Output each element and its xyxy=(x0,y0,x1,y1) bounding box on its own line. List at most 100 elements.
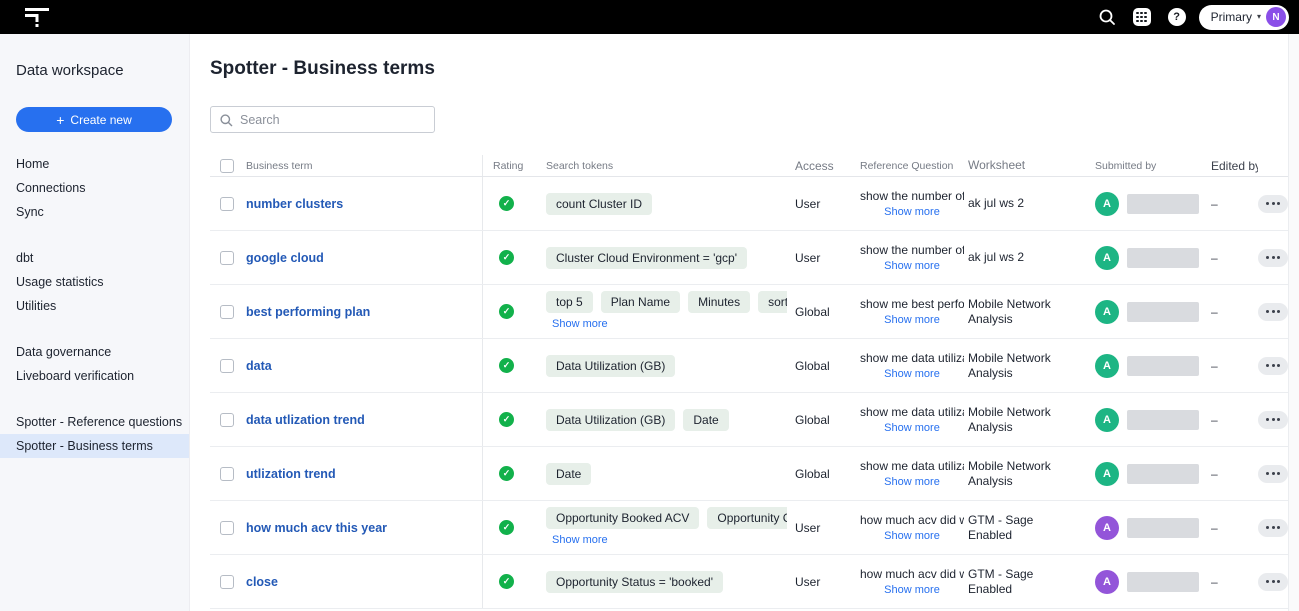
column-header-edited-by[interactable]: Edited by xyxy=(1211,159,1258,173)
sidebar-item-data-governance[interactable]: Data governance xyxy=(0,340,189,364)
sidebar-item-spotter-business-terms[interactable]: Spotter - Business terms xyxy=(0,434,189,458)
topbar-actions: ? Primary ▾ N xyxy=(1094,4,1289,30)
submitted-by-avatar: A xyxy=(1095,192,1119,216)
reference-question-text: show me data utilizati xyxy=(860,405,964,419)
edited-by-value: – xyxy=(1211,575,1218,589)
search-tokens-list: top 5Plan NameMinutessort b xyxy=(546,291,787,313)
apps-grid-icon xyxy=(1133,8,1151,26)
row-checkbox[interactable] xyxy=(220,467,234,481)
reference-question-text: how much acv did w xyxy=(860,513,964,527)
sidebar-item-sync[interactable]: Sync xyxy=(0,200,189,224)
row-actions-button[interactable] xyxy=(1258,195,1288,213)
table-row: number clusters ✓ count Cluster ID User … xyxy=(210,177,1288,231)
row-checkbox[interactable] xyxy=(220,305,234,319)
search-tokens-list: Opportunity Status = 'booked' xyxy=(546,571,787,593)
row-actions-button[interactable] xyxy=(1258,573,1288,591)
access-value: Global xyxy=(795,467,830,481)
search-button[interactable] xyxy=(1094,4,1120,30)
business-term-link[interactable]: how much acv this year xyxy=(246,521,387,535)
sidebar-item-spotter-reference-questions[interactable]: Spotter - Reference questions xyxy=(0,410,189,434)
tokens-show-more-link[interactable]: Show more xyxy=(552,318,608,330)
search-tokens-list: Cluster Cloud Environment = 'gcp' xyxy=(546,247,787,269)
business-term-link[interactable]: data utlization trend xyxy=(246,413,365,427)
sidebar-item-utilities[interactable]: Utilities xyxy=(0,294,189,318)
search-icon xyxy=(1097,7,1117,27)
select-all-checkbox[interactable] xyxy=(220,159,234,173)
row-checkbox[interactable] xyxy=(220,575,234,589)
chevron-down-icon: ▾ xyxy=(1257,13,1261,21)
sidebar-item-liveboard-verification[interactable]: Liveboard verification xyxy=(0,364,189,388)
access-value: Global xyxy=(795,359,830,373)
sidebar-item-home[interactable]: Home xyxy=(0,152,189,176)
column-header-submitted-by[interactable]: Submitted by xyxy=(1085,160,1211,172)
search-token-chip: top 5 xyxy=(546,291,593,313)
search-input[interactable] xyxy=(240,113,426,127)
verified-check-icon: ✓ xyxy=(499,412,514,427)
help-button[interactable]: ? xyxy=(1164,4,1190,30)
business-term-link[interactable]: google cloud xyxy=(246,251,324,265)
edited-by-value: – xyxy=(1211,359,1218,373)
column-header-rating[interactable]: Rating xyxy=(493,160,546,172)
business-term-link[interactable]: best performing plan xyxy=(246,305,370,319)
row-checkbox[interactable] xyxy=(220,359,234,373)
business-term-link[interactable]: number clusters xyxy=(246,197,343,211)
submitted-by-avatar: A xyxy=(1095,300,1119,324)
row-actions-button[interactable] xyxy=(1258,465,1288,483)
access-value: User xyxy=(795,575,820,589)
row-actions-button[interactable] xyxy=(1258,303,1288,321)
row-checkbox[interactable] xyxy=(220,413,234,427)
access-value: User xyxy=(795,197,820,211)
main-content: Spotter - Business terms Business term R… xyxy=(190,34,1299,611)
edited-by-value: – xyxy=(1211,251,1218,265)
question-show-more-link[interactable]: Show more xyxy=(884,206,940,218)
submitted-by-avatar: A xyxy=(1095,462,1119,486)
sidebar-item-dbt[interactable]: dbt xyxy=(0,246,189,270)
column-header-business-term[interactable]: Business term xyxy=(246,155,483,176)
access-value: Global xyxy=(795,413,830,427)
row-checkbox[interactable] xyxy=(220,521,234,535)
column-header-access[interactable]: Access xyxy=(795,159,860,173)
scrollbar-track[interactable] xyxy=(1288,34,1299,611)
question-show-more-link[interactable]: Show more xyxy=(884,314,940,326)
worksheet-name: Mobile Network Analysis xyxy=(968,297,1051,326)
submitted-by-name-redacted xyxy=(1127,518,1199,538)
question-show-more-link[interactable]: Show more xyxy=(884,530,940,542)
submitted-by-name-redacted xyxy=(1127,410,1199,430)
tokens-show-more-link[interactable]: Show more xyxy=(552,534,608,546)
column-header-worksheet[interactable]: Worksheet xyxy=(968,158,1085,173)
search-token-chip: Plan Name xyxy=(601,291,680,313)
search-token-chip: Opportunity Status = 'booked' xyxy=(546,571,723,593)
submitted-by-name-redacted xyxy=(1127,248,1199,268)
account-switcher[interactable]: Primary ▾ N xyxy=(1199,5,1289,30)
sidebar-item-usage-statistics[interactable]: Usage statistics xyxy=(0,270,189,294)
row-checkbox[interactable] xyxy=(220,197,234,211)
submitted-by-name-redacted xyxy=(1127,572,1199,592)
sidebar-item-connections[interactable]: Connections xyxy=(0,176,189,200)
row-checkbox[interactable] xyxy=(220,251,234,265)
business-term-link[interactable]: data xyxy=(246,359,272,373)
reference-question-text: show the number of c xyxy=(860,189,964,203)
reference-question-text: how much acv did w xyxy=(860,567,964,581)
verified-check-icon: ✓ xyxy=(499,358,514,373)
row-actions-button[interactable] xyxy=(1258,519,1288,537)
apps-button[interactable] xyxy=(1129,4,1155,30)
verified-check-icon: ✓ xyxy=(499,250,514,265)
business-terms-table: Business term Rating Search tokens Acces… xyxy=(210,155,1288,609)
business-term-link[interactable]: utlization trend xyxy=(246,467,336,481)
row-actions-button[interactable] xyxy=(1258,357,1288,375)
table-row: how much acv this year ✓ Opportunity Boo… xyxy=(210,501,1288,555)
question-show-more-link[interactable]: Show more xyxy=(884,422,940,434)
verified-check-icon: ✓ xyxy=(499,196,514,211)
row-actions-button[interactable] xyxy=(1258,249,1288,267)
question-show-more-link[interactable]: Show more xyxy=(884,260,940,272)
search-token-chip: count Cluster ID xyxy=(546,193,652,215)
business-term-link[interactable]: close xyxy=(246,575,278,589)
table-row: data ✓ Data Utilization (GB) Global show… xyxy=(210,339,1288,393)
column-header-reference-question[interactable]: Reference Question xyxy=(860,160,968,172)
column-header-search-tokens[interactable]: Search tokens xyxy=(546,160,795,172)
create-new-button[interactable]: + Create new xyxy=(16,107,172,132)
question-show-more-link[interactable]: Show more xyxy=(884,368,940,380)
question-show-more-link[interactable]: Show more xyxy=(884,584,940,596)
row-actions-button[interactable] xyxy=(1258,411,1288,429)
question-show-more-link[interactable]: Show more xyxy=(884,476,940,488)
